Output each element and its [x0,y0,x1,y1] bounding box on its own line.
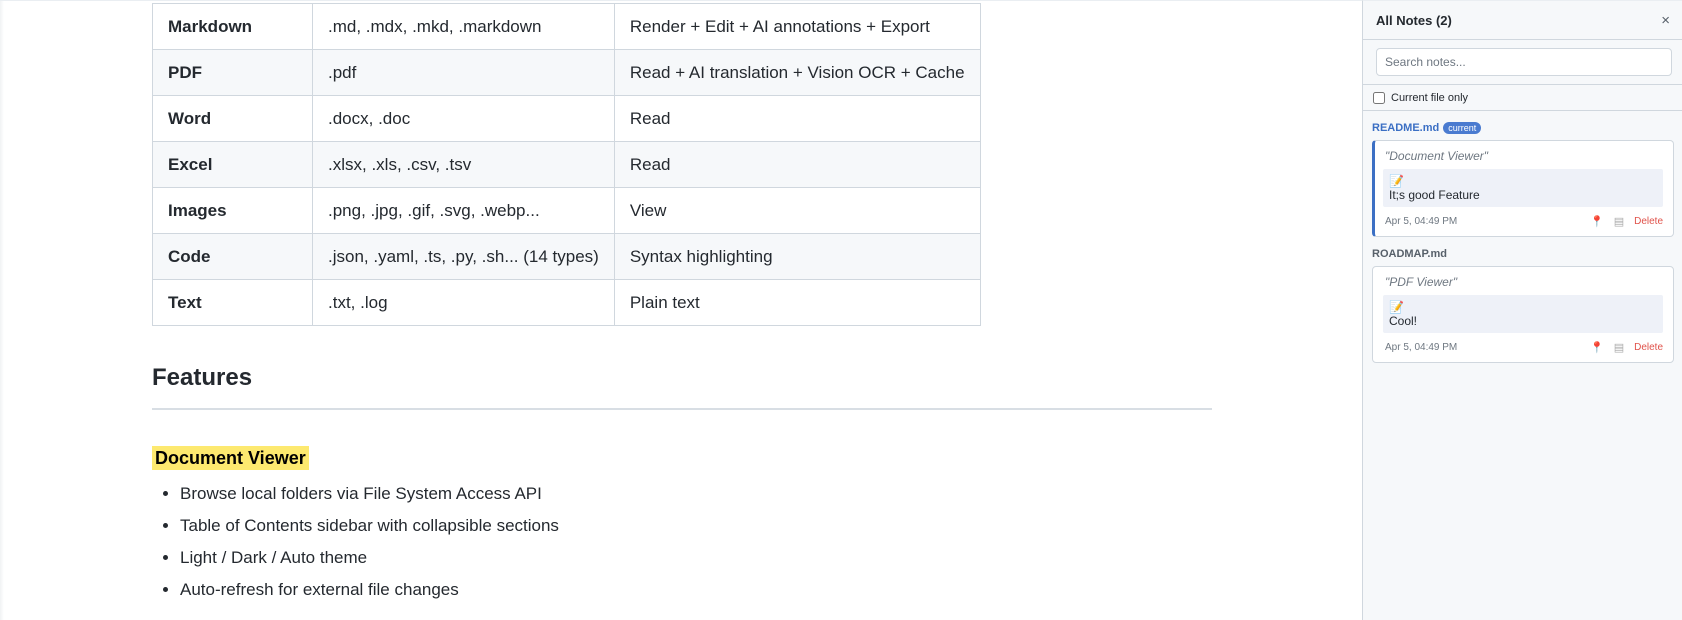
note-footer: Apr 5, 04:49 PM 📍 ▤ Delete [1383,341,1663,354]
type-cell: Images [152,187,313,234]
pin-icon[interactable]: 📍 [1590,341,1604,354]
note-body: 📝 It;s good Feature [1383,169,1663,207]
list-item: Table of Contents sidebar with collapsib… [180,514,559,546]
extension-cell: .png, .jpg, .gif, .svg, .webp... [312,187,615,234]
highlighted-annotation[interactable]: Document Viewer [152,446,309,470]
search-row [1363,40,1682,85]
note-body: 📝 Cool! [1383,295,1663,333]
document-icon[interactable]: ▤ [1614,215,1624,228]
group-header[interactable]: ROADMAP.md [1372,244,1674,264]
group-file-name: ROADMAP.md [1372,248,1447,260]
table-row: Images .png, .jpg, .gif, .svg, .webp... … [152,187,981,234]
note-text: It;s good Feature [1389,188,1480,202]
feature-cell: Syntax highlighting [613,233,981,280]
extension-cell: .xlsx, .xls, .csv, .tsv [312,141,615,188]
list-item: Auto-refresh for external file changes [180,578,559,610]
note-date: Apr 5, 04:49 PM [1385,216,1458,227]
type-cell: Markdown [152,3,313,50]
document-icon[interactable]: ▤ [1614,341,1624,354]
feature-cell: Read + AI translation + Vision OCR + Cac… [613,49,981,96]
delete-button[interactable]: Delete [1634,342,1663,353]
search-notes-input[interactable] [1376,48,1672,76]
file-types-table: Markdown .md, .mdx, .mkd, .markdown Rend… [152,3,981,326]
extension-cell: .docx, .doc [312,95,615,142]
heading-divider [152,408,1212,410]
note-date: Apr 5, 04:49 PM [1385,342,1458,353]
extension-cell: .txt, .log [312,279,615,326]
type-cell: Word [152,95,313,142]
feature-cell: Render + Edit + AI annotations + Export [613,3,981,50]
feature-cell: Read [613,95,981,142]
current-badge: current [1443,122,1482,134]
table-row: Text .txt, .log Plain text [152,279,981,326]
memo-icon: 📝 [1389,300,1404,314]
table-row: PDF .pdf Read + AI translation + Vision … [152,49,981,96]
pin-icon[interactable]: 📍 [1590,215,1604,228]
type-cell: Text [152,279,313,326]
notes-panel: All Notes (2) × Current file only README… [1362,0,1682,620]
left-edge [0,1,4,620]
extension-cell: .md, .mdx, .mkd, .markdown [312,3,615,50]
table-row: Excel .xlsx, .xls, .csv, .tsv Read [152,141,981,188]
note-text: Cool! [1389,314,1418,328]
feature-cell: View [613,187,981,234]
panel-title: All Notes (2) [1376,12,1452,28]
extension-cell: .pdf [312,49,615,96]
type-cell: PDF [152,49,313,96]
document-view: Markdown .md, .mdx, .mkd, .markdown Rend… [0,0,1362,620]
notes-panel-header: All Notes (2) × [1363,1,1682,40]
feature-cell: Plain text [613,279,981,326]
note-card[interactable]: "PDF Viewer" 📝 Cool! Apr 5, 04:49 PM 📍 ▤… [1372,266,1674,363]
document-viewer-heading[interactable]: Document Viewer [152,446,309,470]
table-row: Markdown .md, .mdx, .mkd, .markdown Rend… [152,3,981,50]
feature-list: Browse local folders via File System Acc… [180,482,559,610]
type-cell: Code [152,233,313,280]
group-file-name: README.md [1372,122,1440,134]
table-row: Code .json, .yaml, .ts, .py, .sh... (14 … [152,233,981,280]
group-header[interactable]: README.md current [1372,118,1674,138]
features-heading: Features [152,364,253,391]
list-item: Browse local folders via File System Acc… [180,482,559,514]
current-file-checkbox[interactable] [1373,91,1385,104]
note-card[interactable]: "Document Viewer" 📝 It;s good Feature Ap… [1372,140,1674,237]
table-row: Word .docx, .doc Read [152,95,981,142]
current-file-filter[interactable]: Current file only [1363,85,1682,111]
extension-cell: .json, .yaml, .ts, .py, .sh... (14 types… [312,233,615,280]
memo-icon: 📝 [1389,174,1404,188]
close-icon[interactable]: × [1661,12,1670,29]
list-item: Light / Dark / Auto theme [180,546,559,578]
note-group-roadmap: ROADMAP.md "PDF Viewer" 📝 Cool! Apr 5, 0… [1363,244,1682,363]
filter-label: Current file only [1391,91,1469,104]
note-group-readme: README.md current "Document Viewer" 📝 It… [1363,118,1682,237]
note-quote: "Document Viewer" [1385,149,1489,163]
type-cell: Excel [152,141,313,188]
delete-button[interactable]: Delete [1634,216,1663,227]
note-quote: "PDF Viewer" [1385,275,1458,289]
feature-cell: Read [613,141,981,188]
note-footer: Apr 5, 04:49 PM 📍 ▤ Delete [1383,215,1663,228]
